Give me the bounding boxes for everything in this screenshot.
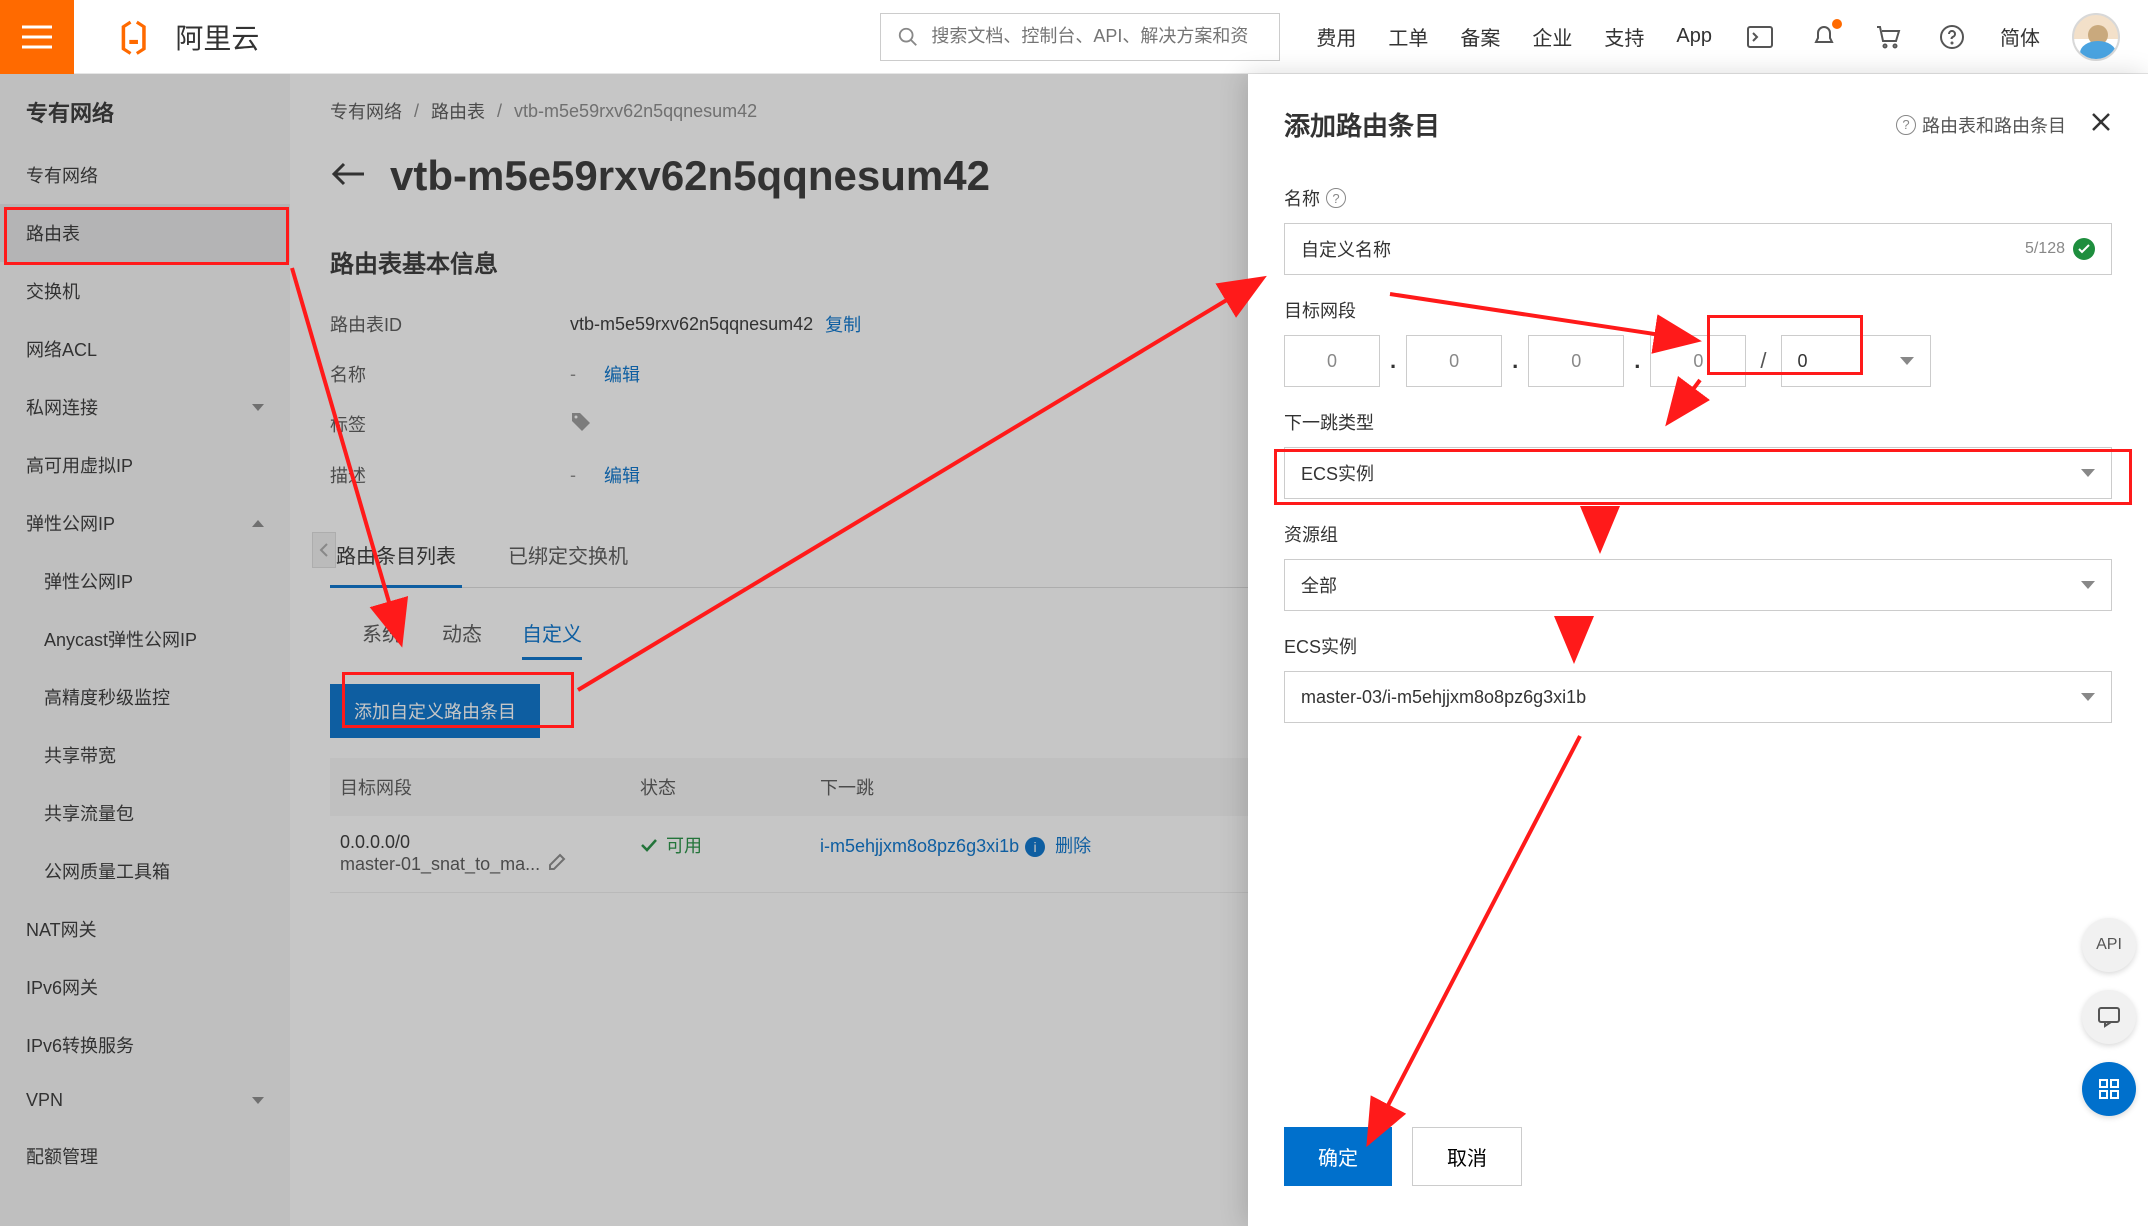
logo-text: 阿里云 [175, 17, 259, 57]
label-resource-group: 资源组 [1284, 521, 1338, 547]
search-icon [897, 26, 919, 48]
search-input[interactable] [931, 26, 1263, 47]
route-name-input[interactable]: 自定义名称 5/128 [1284, 223, 2112, 275]
question-icon: ? [1896, 115, 1916, 135]
cidr-octet-4[interactable] [1650, 335, 1746, 387]
help-icon[interactable] [1936, 21, 1968, 53]
confirm-button[interactable]: 确定 [1284, 1127, 1392, 1186]
nav-app[interactable]: App [1676, 25, 1712, 48]
label-hop-type: 下一跳类型 [1284, 409, 1374, 435]
ecs-instance-select[interactable]: master-03/i-m5ehjjxm8o8pz6g3xi1b [1284, 671, 2112, 723]
cidr-octet-3[interactable] [1528, 335, 1624, 387]
drawer-title: 添加路由条目 [1284, 106, 1440, 143]
label-cidr: 目标网段 [1284, 297, 1356, 323]
terminal-icon[interactable] [1744, 21, 1776, 53]
hop-type-select[interactable]: ECS实例 [1284, 447, 2112, 499]
logo-icon: 〔-〕 [98, 12, 165, 61]
route-name-value: 自定义名称 [1301, 236, 2025, 262]
chevron-down-icon [2081, 469, 2095, 477]
feedback-float-button[interactable] [2082, 990, 2136, 1044]
nav-ticket[interactable]: 工单 [1388, 22, 1428, 51]
add-route-drawer: 添加路由条目 ?路由表和路由条目 名称? 自定义名称 5/128 目标网段 . … [1248, 74, 2148, 1226]
notifications-icon[interactable] [1808, 21, 1840, 53]
nav-enterprise[interactable]: 企业 [1532, 22, 1572, 51]
char-counter: 5/128 [2025, 240, 2065, 258]
nav-support[interactable]: 支持 [1604, 22, 1644, 51]
cidr-octet-1[interactable] [1284, 335, 1380, 387]
question-icon[interactable]: ? [1326, 188, 1346, 208]
chevron-down-icon [2081, 581, 2095, 589]
label-route-name: 名称 [1284, 185, 1320, 211]
chevron-down-icon [1900, 357, 1914, 365]
chevron-down-icon [2081, 693, 2095, 701]
cancel-button[interactable]: 取消 [1412, 1127, 1522, 1186]
nav-fee[interactable]: 费用 [1316, 22, 1356, 51]
avatar[interactable] [2072, 13, 2120, 61]
resource-group-select[interactable]: 全部 [1284, 559, 2112, 611]
drawer-help-link[interactable]: ?路由表和路由条目 [1896, 112, 2066, 138]
side-float-buttons: API [2082, 918, 2136, 1116]
cidr-prefix-select[interactable]: 0 [1781, 335, 1931, 387]
api-float-button[interactable]: API [2082, 918, 2136, 972]
cidr-octet-2[interactable] [1406, 335, 1502, 387]
drawer-close-button[interactable] [2090, 111, 2112, 138]
global-search[interactable] [880, 13, 1280, 61]
language-switch[interactable]: 简体 [2000, 22, 2040, 51]
cart-icon[interactable] [1872, 21, 1904, 53]
ok-badge-icon [2073, 238, 2095, 260]
logo[interactable]: 〔-〕 阿里云 [98, 12, 259, 61]
label-ecs-instance: ECS实例 [1284, 633, 1357, 659]
apps-float-button[interactable] [2082, 1062, 2136, 1116]
nav-icp[interactable]: 备案 [1460, 22, 1500, 51]
hamburger-menu-button[interactable] [0, 0, 74, 74]
